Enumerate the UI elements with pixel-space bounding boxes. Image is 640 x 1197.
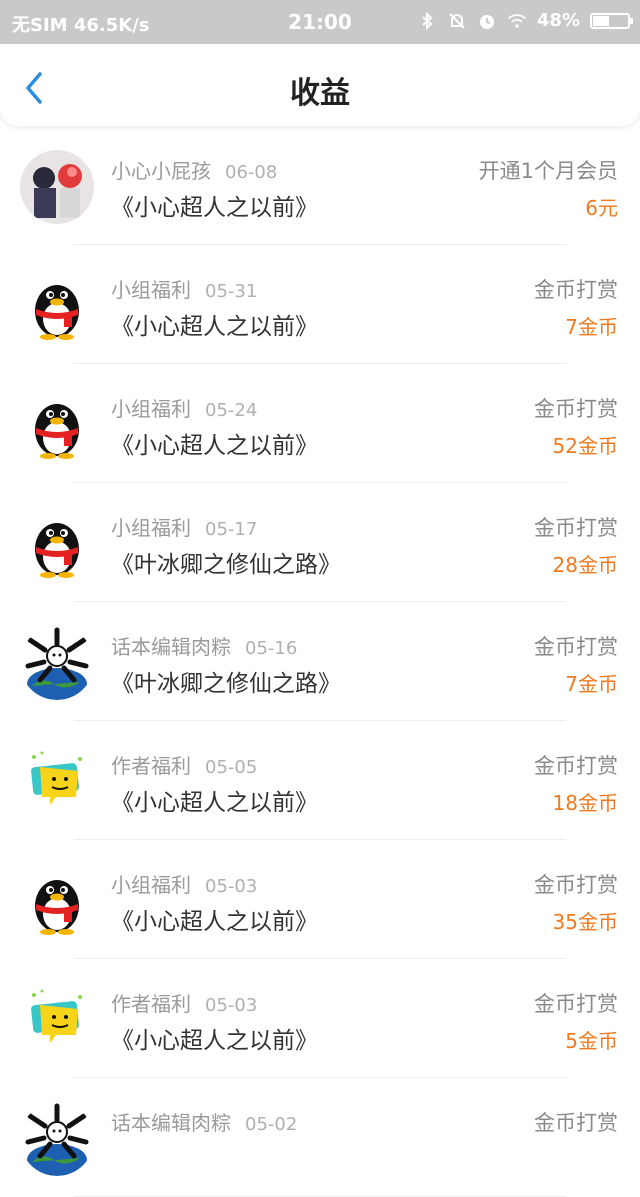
earning-type: 金币打赏 xyxy=(534,635,618,659)
earning-amount: 6元 xyxy=(585,196,618,220)
earning-item[interactable]: 小组福利 05-17 《叶冰卿之修仙之路》 金币打赏 28金币 xyxy=(0,483,640,602)
earning-date: 05-17 xyxy=(205,519,258,540)
page-title: 收益 xyxy=(290,76,350,111)
book-title: 《叶冰卿之修仙之路》 xyxy=(111,671,341,697)
navigation-bar: 收益 xyxy=(0,44,640,126)
earning-amount: 35金币 xyxy=(552,910,618,934)
earning-type: 开通1个月会员 xyxy=(478,159,618,183)
earning-date: 06-08 xyxy=(225,162,278,183)
earning-type: 金币打赏 xyxy=(534,278,618,302)
wifi-icon xyxy=(507,13,526,28)
earning-date: 05-16 xyxy=(245,638,298,659)
avatar xyxy=(20,388,94,462)
status-bar: 无SIM 46.5K/s 21:00 48% xyxy=(0,0,640,44)
sender-name: 小组福利 xyxy=(111,873,191,897)
avatar xyxy=(20,507,94,581)
globe-panda-avatar xyxy=(20,1102,94,1176)
earning-item[interactable]: 小组福利 05-24 《小心超人之以前》 金币打赏 52金币 xyxy=(0,364,640,483)
earning-item[interactable]: 小组福利 05-31 《小心超人之以前》 金币打赏 7金币 xyxy=(0,245,640,364)
earning-date: 05-24 xyxy=(205,400,258,421)
sender-name: 作者福利 xyxy=(111,992,191,1016)
battery-percent: 48% xyxy=(536,10,580,31)
avatar xyxy=(20,1102,94,1176)
emoji-bubble-avatar xyxy=(20,983,94,1057)
earning-amount: 7金币 xyxy=(565,672,618,696)
earning-type: 金币打赏 xyxy=(534,873,618,897)
emoji-bubble-avatar xyxy=(20,745,94,819)
earning-item[interactable]: 作者福利 05-05 《小心超人之以前》 金币打赏 18金币 xyxy=(0,721,640,840)
sender-name: 话本编辑肉粽 xyxy=(111,1111,231,1135)
alarm-off-icon xyxy=(449,12,465,29)
earning-item[interactable]: 作者福利 05-03 《小心超人之以前》 金币打赏 5金币 xyxy=(0,959,640,1078)
earning-amount: 7金币 xyxy=(565,315,618,339)
earning-item[interactable]: 小组福利 05-03 《小心超人之以前》 金币打赏 35金币 xyxy=(0,840,640,959)
earning-date: 05-31 xyxy=(205,281,258,302)
sender-name: 小组福利 xyxy=(111,278,191,302)
earning-amount: 28金币 xyxy=(552,553,618,577)
qq-penguin-avatar xyxy=(20,507,94,581)
earning-type: 金币打赏 xyxy=(534,516,618,540)
bluetooth-icon xyxy=(422,11,433,30)
qq-penguin-avatar xyxy=(20,269,94,343)
earning-amount: 52金币 xyxy=(552,434,618,458)
sender-name: 小组福利 xyxy=(111,397,191,421)
sender-name: 小组福利 xyxy=(111,516,191,540)
avatar xyxy=(20,150,94,224)
sender-name: 话本编辑肉粽 xyxy=(111,635,231,659)
book-title: 《叶冰卿之修仙之路》 xyxy=(111,552,341,578)
avatar xyxy=(20,745,94,819)
avatar xyxy=(20,864,94,938)
earning-date: 05-03 xyxy=(205,876,258,897)
earnings-list: 小心小屁孩 06-08 《小心超人之以前》 开通1个月会员 6元 小组福利 05-3… xyxy=(0,126,640,1197)
sender-name: 作者福利 xyxy=(111,754,191,778)
earning-type: 金币打赏 xyxy=(534,1111,618,1135)
battery-icon xyxy=(590,12,633,29)
book-title: 《小心超人之以前》 xyxy=(111,314,318,340)
earning-amount: 5金币 xyxy=(565,1029,618,1053)
qq-penguin-avatar xyxy=(20,388,94,462)
earning-amount: 18金币 xyxy=(552,791,618,815)
status-icons: 48% xyxy=(417,10,633,31)
earning-type: 金币打赏 xyxy=(534,992,618,1016)
sender-name: 小心小屁孩 xyxy=(111,159,211,183)
book-title: 《小心超人之以前》 xyxy=(111,1028,318,1054)
avatar xyxy=(20,269,94,343)
globe-panda-avatar xyxy=(20,626,94,700)
earning-type: 金币打赏 xyxy=(534,754,618,778)
earning-date: 05-02 xyxy=(245,1114,298,1135)
book-title: 《小心超人之以前》 xyxy=(111,909,318,935)
earning-type: 金币打赏 xyxy=(534,397,618,421)
book-title: 《小心超人之以前》 xyxy=(111,433,318,459)
qq-penguin-avatar xyxy=(20,864,94,938)
anime-avatar xyxy=(20,150,94,224)
earning-item[interactable]: 小心小屁孩 06-08 《小心超人之以前》 开通1个月会员 6元 xyxy=(0,126,640,245)
book-title: 《小心超人之以前》 xyxy=(111,790,318,816)
earning-item[interactable]: 话本编辑肉粽 05-16 《叶冰卿之修仙之路》 金币打赏 7金币 xyxy=(0,602,640,721)
alarm-icon xyxy=(479,14,494,29)
avatar xyxy=(20,626,94,700)
earning-date: 05-05 xyxy=(205,757,258,778)
book-title: 《小心超人之以前》 xyxy=(111,195,318,221)
avatar xyxy=(20,983,94,1057)
battery-level xyxy=(593,15,610,26)
earning-date: 05-03 xyxy=(205,995,258,1016)
